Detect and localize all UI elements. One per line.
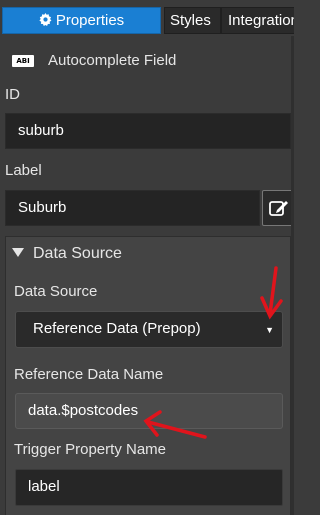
tab-integration[interactable]: Integration: [221, 7, 294, 34]
label-input[interactable]: Suburb: [5, 190, 260, 226]
data-source-label: Data Source: [14, 283, 98, 300]
scrollbar[interactable]: [291, 36, 294, 515]
tab-properties[interactable]: Properties: [2, 7, 161, 34]
trigger-property-name-input[interactable]: label: [15, 469, 283, 506]
id-input[interactable]: suburb: [5, 113, 291, 149]
trigger-property-name-label: Trigger Property Name: [14, 441, 166, 458]
tab-styles-label: Styles: [170, 12, 211, 29]
data-source-value: Reference Data (Prepop): [33, 320, 201, 337]
tab-bar: Properties Styles Integration: [0, 0, 294, 36]
data-source-section-header[interactable]: Data Source: [12, 245, 122, 263]
data-source-select[interactable]: Reference Data (Prepop) ▼: [15, 311, 283, 348]
edit-label-button[interactable]: [262, 190, 294, 226]
data-source-heading: Data Source: [33, 245, 122, 262]
label-label: Label: [5, 162, 42, 179]
tab-properties-label: Properties: [55, 12, 125, 29]
component-title: Autocomplete Field: [48, 52, 177, 69]
tab-integration-label: Integration: [228, 12, 294, 29]
dropdown-arrow-icon: ▼: [265, 325, 274, 335]
edit-icon: [269, 199, 289, 222]
id-label: ID: [5, 86, 20, 103]
tab-styles[interactable]: Styles: [164, 7, 221, 34]
reference-data-name-input[interactable]: data.$postcodes: [15, 393, 283, 429]
field-type-icon: ABI: [12, 55, 34, 67]
reference-data-name-label: Reference Data Name: [14, 366, 164, 383]
collapse-triangle-icon: [12, 248, 24, 257]
gear-icon: [39, 9, 52, 33]
